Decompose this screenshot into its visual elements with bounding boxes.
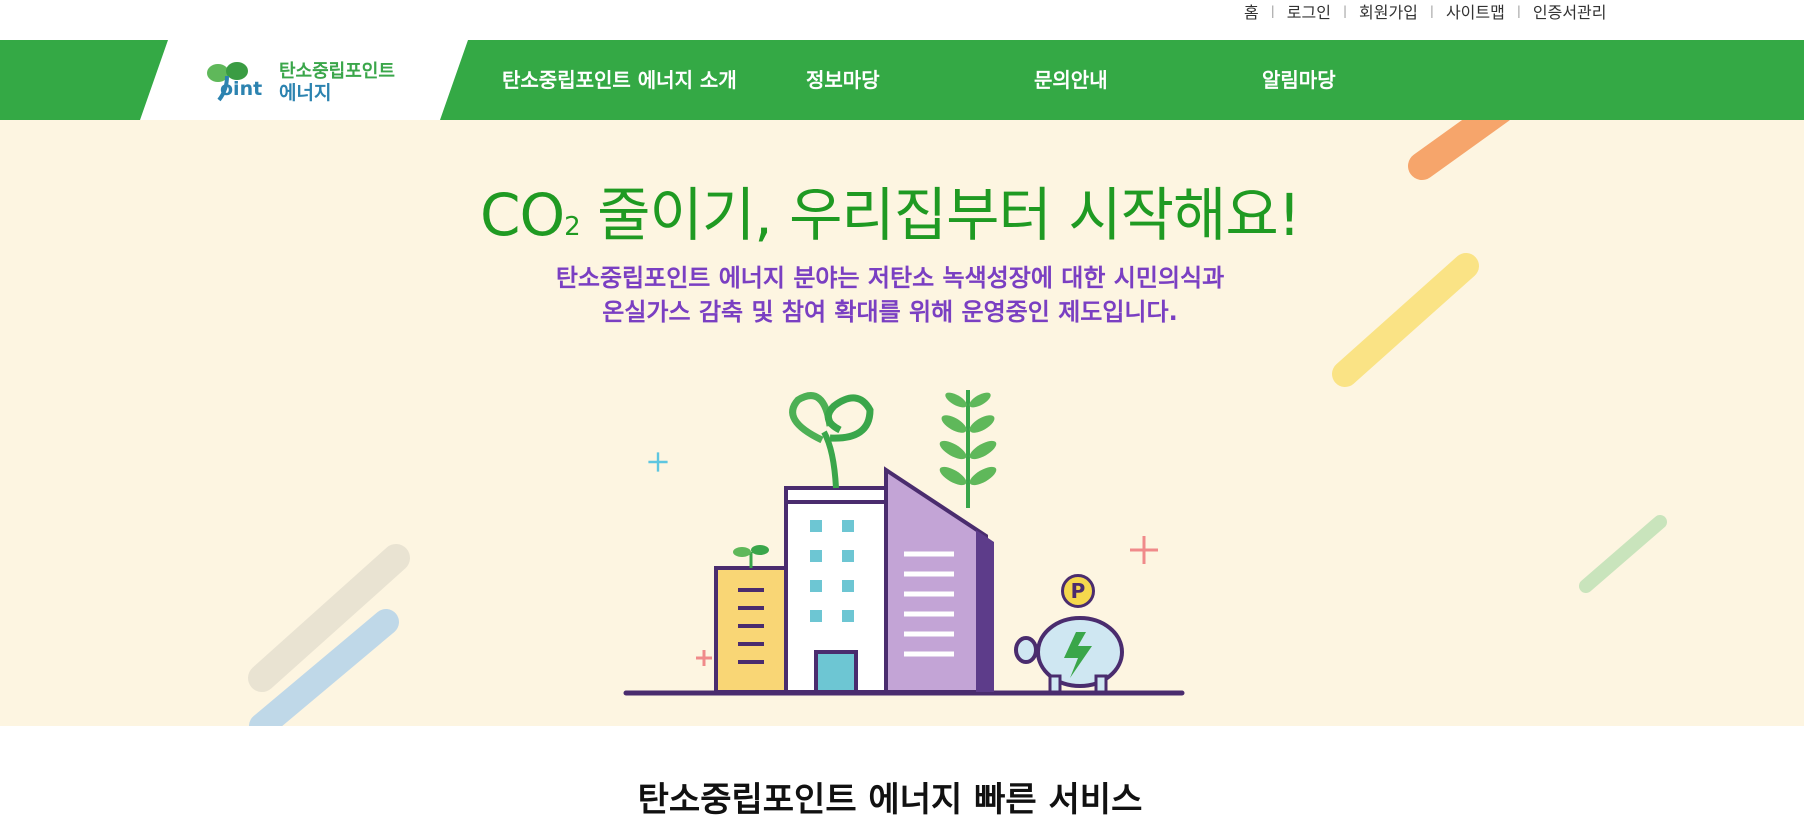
util-link-signup[interactable]: 회원가입 xyxy=(1359,0,1418,23)
util-link-login[interactable]: 로그인 xyxy=(1287,0,1331,23)
hero-title-rest: 줄이기, 우리집부터 시작해요! xyxy=(579,181,1301,249)
logo-text-line2: 에너지 xyxy=(279,82,332,104)
nav-item-info[interactable]: 정보마당 xyxy=(806,40,880,120)
util-link-sitemap[interactable]: 사이트맵 xyxy=(1446,0,1505,23)
separator: | xyxy=(1516,4,1521,18)
util-link-certificate[interactable]: 인증서관리 xyxy=(1533,0,1607,23)
hero-title-subscript: 2 xyxy=(564,212,581,242)
quick-service-title: 탄소중립포인트 에너지 빠른 서비스 xyxy=(637,780,1143,820)
util-link-home[interactable]: 홈 xyxy=(1244,0,1259,23)
nav-item-notice[interactable]: 알림마당 xyxy=(1262,40,1336,120)
hero-title: CO2 줄이기, 우리집부터 시작해요! xyxy=(0,168,1780,252)
nav-item-intro[interactable]: 탄소중립포인트 에너지 소개 xyxy=(502,40,737,120)
eco-city-illustration xyxy=(623,390,1185,696)
utility-links: 홈 | 로그인 | 회원가입 | 사이트맵 | 인증서관리 xyxy=(1244,0,1606,22)
nav-item-inquiry[interactable]: 문의안내 xyxy=(1034,40,1108,120)
logo-text-point: oint xyxy=(220,78,263,100)
hero-title-co: CO xyxy=(479,181,565,249)
separator: | xyxy=(1429,4,1434,18)
hero-description-line2: 온실가스 감축 및 참여 확대를 위해 운영중인 제도입니다. xyxy=(602,298,1178,326)
point-coin-icon: P xyxy=(1061,574,1095,608)
separator: | xyxy=(1342,4,1347,18)
hero-description-line1: 탄소중립포인트 에너지 분야는 저탄소 녹색성장에 대한 시민의식과 xyxy=(555,264,1225,292)
separator: | xyxy=(1270,4,1275,18)
